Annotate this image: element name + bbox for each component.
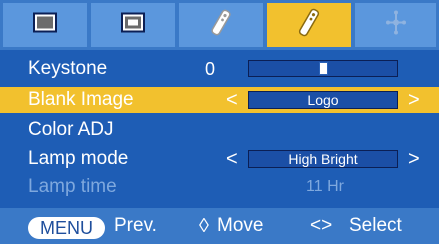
lamp-mode-right-arrow[interactable]: >: [408, 146, 420, 172]
menu-key-badge[interactable]: MENU: [28, 217, 105, 239]
osd-menu: Keystone 0 Blank Image < Logo > Color AD…: [0, 0, 439, 244]
blank-image-right-arrow[interactable]: >: [408, 87, 420, 113]
select-icon: <>: [310, 215, 333, 236]
menu-row-lamp-time: Lamp time 11 Hr: [0, 174, 439, 200]
lamp-mode-value: High Bright: [288, 151, 358, 167]
menu-row-keystone[interactable]: Keystone 0: [0, 56, 439, 82]
keystone-slider[interactable]: [248, 60, 398, 77]
lamp-mode-left-arrow[interactable]: <: [226, 146, 238, 172]
prev-hint: Prev.: [114, 215, 157, 236]
footer-help-bar: MENU Prev. ◊ Move <> Select: [0, 208, 439, 244]
menu-row-blank-image[interactable]: Blank Image < Logo >: [0, 87, 439, 113]
color-adj-label: Color ADJ: [28, 119, 114, 140]
menu-row-color-adj[interactable]: Color ADJ: [0, 117, 439, 143]
menu-row-lamp-mode[interactable]: Lamp mode < High Bright >: [0, 146, 439, 172]
tab-network[interactable]: [355, 3, 436, 47]
lamp-time-value: 11 Hr: [306, 178, 344, 195]
lamp-time-label: Lamp time: [28, 176, 117, 197]
tab-remote[interactable]: [179, 3, 263, 47]
menu-panel: Keystone 0 Blank Image < Logo > Color AD…: [0, 50, 439, 208]
lamp-mode-value-box: High Bright: [248, 150, 398, 168]
move-hint: Move: [217, 215, 264, 236]
picture-icon: [33, 12, 57, 38]
network-icon: [383, 10, 409, 41]
tab-screen[interactable]: [91, 3, 175, 47]
tab-picture[interactable]: [3, 3, 87, 47]
keystone-value: 0: [205, 59, 216, 79]
keystone-label: Keystone: [28, 58, 108, 79]
lamp-mode-label: Lamp mode: [28, 148, 129, 169]
tab-remote-settings[interactable]: [267, 3, 351, 47]
blank-image-value: Logo: [307, 92, 339, 108]
remote-icon: [209, 9, 233, 42]
select-hint: Select: [349, 215, 402, 236]
remote-settings-icon: [296, 8, 322, 43]
keystone-slider-thumb[interactable]: [319, 62, 328, 75]
screen-icon: [121, 12, 145, 38]
tab-bar: [0, 0, 439, 50]
blank-image-value-box: Logo: [248, 91, 398, 109]
move-icon: ◊: [199, 215, 209, 237]
blank-image-left-arrow[interactable]: <: [226, 87, 238, 113]
blank-image-label: Blank Image: [28, 89, 134, 110]
